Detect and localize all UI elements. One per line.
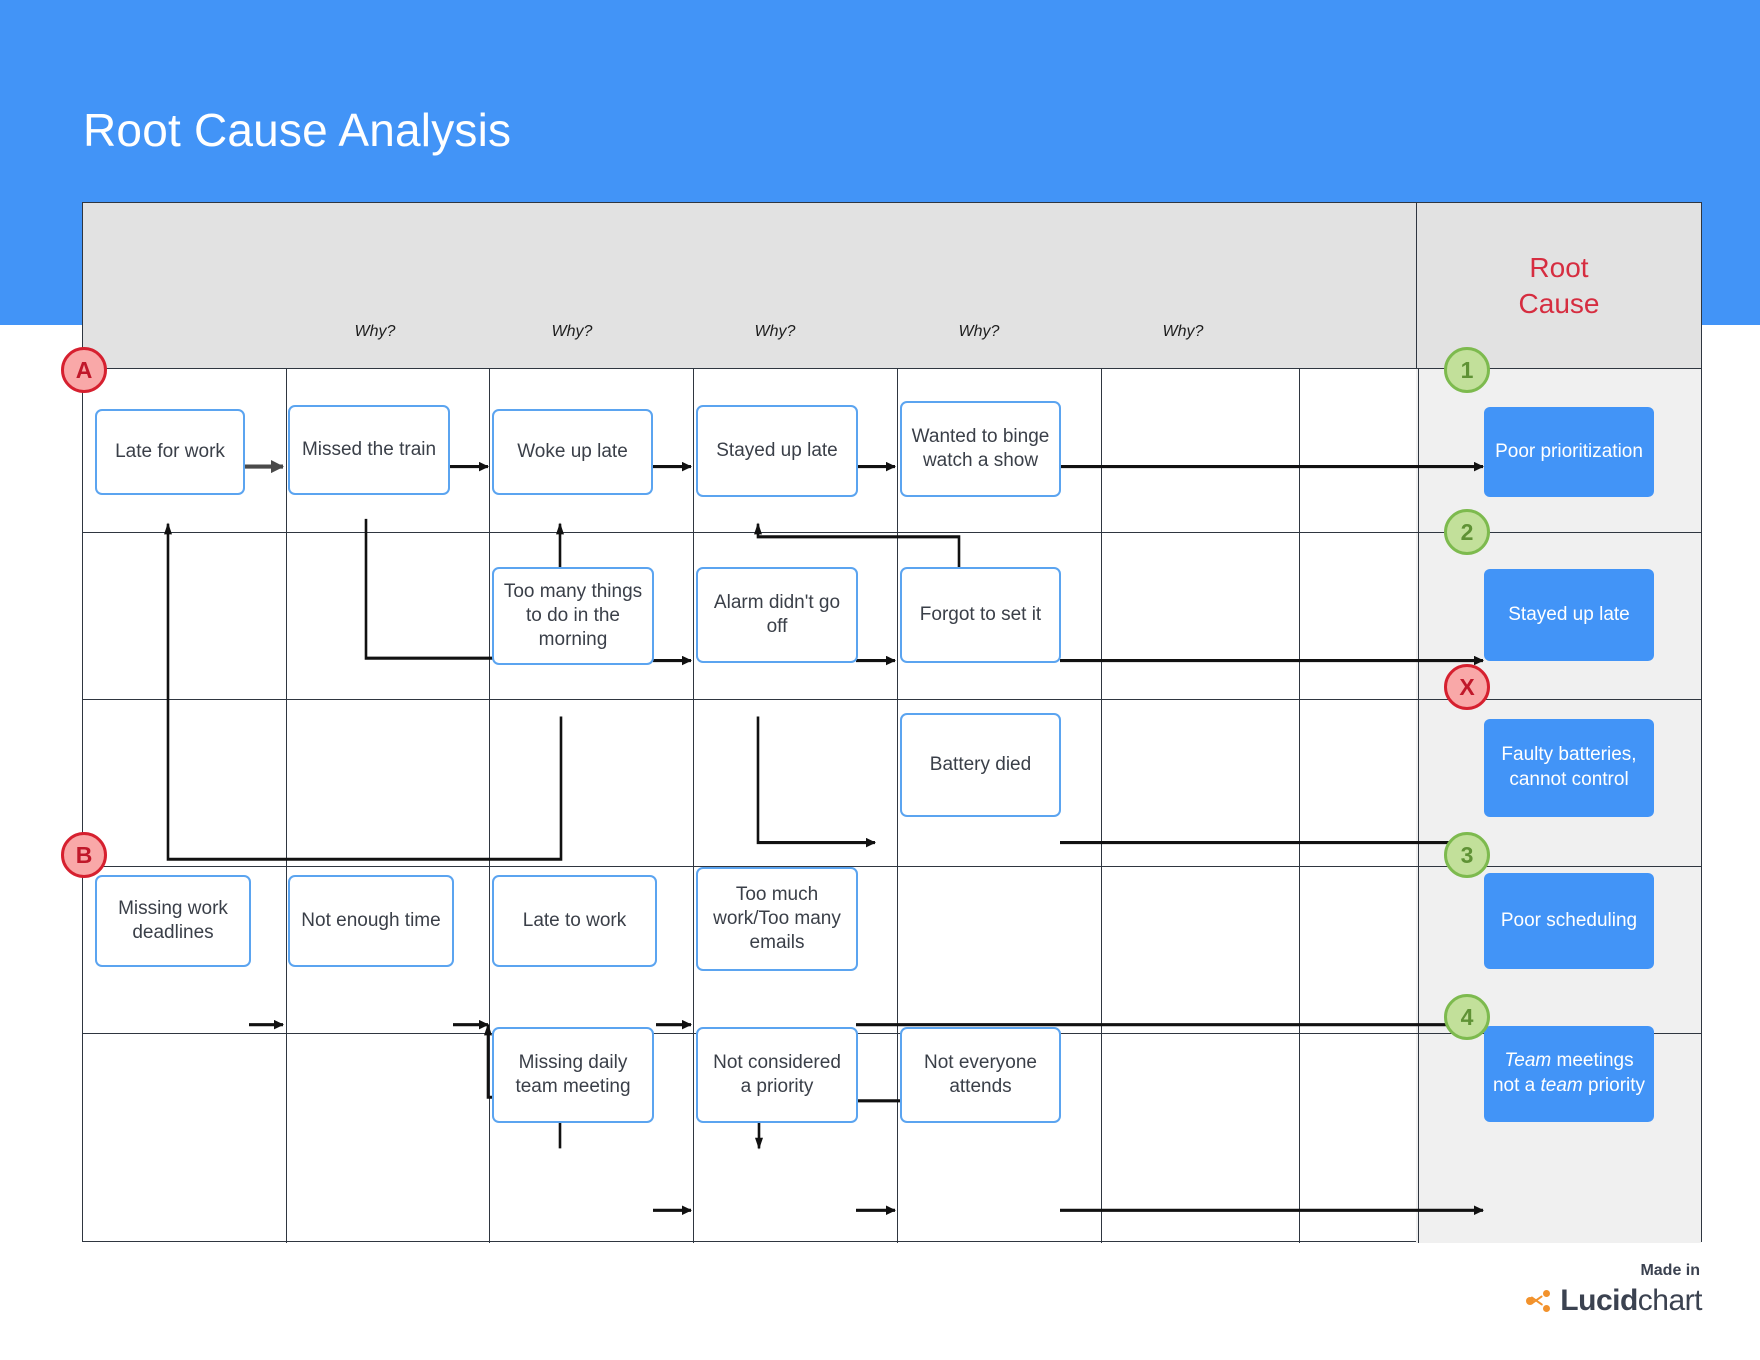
root-cause-box-4[interactable]: Team meetings not a team priority [1484,1026,1654,1122]
page-title: Root Cause Analysis [83,104,512,156]
why-label-2: Why? [551,323,593,340]
badge-b[interactable]: B [61,832,107,878]
grid-vline-2 [489,369,490,1243]
badge-4[interactable]: 4 [1444,994,1490,1040]
why-label-1: Why? [354,323,396,340]
root-cause-header: Root Cause [1519,250,1600,323]
badge-2[interactable]: 2 [1444,509,1490,555]
lucidchart-attribution: Made in Lucidchart [1526,1262,1703,1318]
grid-vline-6 [1299,369,1300,1243]
matrix-header-band: Why? Why? Why? Why? Why? Root Cause [83,203,1701,369]
rc4-emph-2: team [1540,1075,1583,1096]
rc4-text-2: priority [1582,1075,1646,1096]
grid-vline-3 [693,369,694,1243]
brand-bold: Lucid [1560,1284,1638,1317]
lucidchart-logo-icon [1526,1288,1552,1314]
node-battery-died[interactable]: Battery died [900,713,1061,817]
root-cause-box-2[interactable]: Stayed up late [1484,569,1654,661]
badge-x[interactable]: X [1444,664,1490,710]
why-label-5: Why? [1162,323,1204,340]
matrix-body: Late for work Missed the train Woke up l… [61,347,1701,1243]
node-woke-up-late[interactable]: Woke up late [492,409,653,495]
diagram-canvas: Root Cause Analysis Why? Why? Why? Why? … [0,0,1760,1360]
grid-vline-4 [897,369,898,1243]
node-late-to-work[interactable]: Late to work [492,875,657,967]
node-too-much-work[interactable]: Too much work/Too many emails [696,867,858,971]
root-cause-header-line1: Root [1529,251,1589,283]
node-forgot-to-set-it[interactable]: Forgot to set it [900,567,1061,663]
why-label-4: Why? [958,323,1000,340]
lucidchart-logo-row: Lucidchart [1526,1284,1703,1318]
brand-light: chart [1637,1284,1703,1317]
grid-vline-7 [1418,369,1419,1243]
node-late-for-work[interactable]: Late for work [95,409,245,495]
root-cause-box-1[interactable]: Poor prioritization [1484,407,1654,497]
badge-3[interactable]: 3 [1444,832,1490,878]
rc4-emph-1: Team [1504,1050,1552,1072]
badge-a[interactable]: A [61,347,107,393]
lucidchart-wordmark: Lucidchart [1560,1284,1702,1318]
node-binge-watch-show[interactable]: Wanted to binge watch a show [900,401,1061,497]
why-label-3: Why? [754,323,796,340]
rca-matrix: Why? Why? Why? Why? Why? Root Cause Late… [61,202,1702,1243]
grid-vline-5 [1101,369,1102,1243]
root-cause-header-line2: Cause [1518,288,1600,319]
root-cause-box-x[interactable]: Faulty batteries, cannot control [1484,719,1654,817]
root-cause-header-cell: Root Cause [1416,203,1701,369]
made-in-label: Made in [1640,1262,1700,1279]
node-missing-daily-team-meeting[interactable]: Missing daily team meeting [492,1027,654,1123]
node-not-enough-time[interactable]: Not enough time [288,875,454,967]
node-missed-the-train[interactable]: Missed the train [288,405,450,495]
root-cause-box-3[interactable]: Poor scheduling [1484,873,1654,969]
badge-1[interactable]: 1 [1444,347,1490,393]
node-missing-work-deadlines[interactable]: Missing work deadlines [95,875,251,967]
node-not-everyone-attends[interactable]: Not everyone attends [900,1027,1061,1123]
node-alarm-didnt-go-off[interactable]: Alarm didn't go off [696,567,858,663]
grid-vline-1 [286,369,287,1243]
node-stayed-up-late[interactable]: Stayed up late [696,405,858,497]
node-too-many-things[interactable]: Too many things to do in the morning [492,567,654,665]
root-cause-box-4-text: Team meetings not a team priority [1492,1049,1646,1098]
node-not-considered-a-priority[interactable]: Not considered a priority [696,1027,858,1123]
